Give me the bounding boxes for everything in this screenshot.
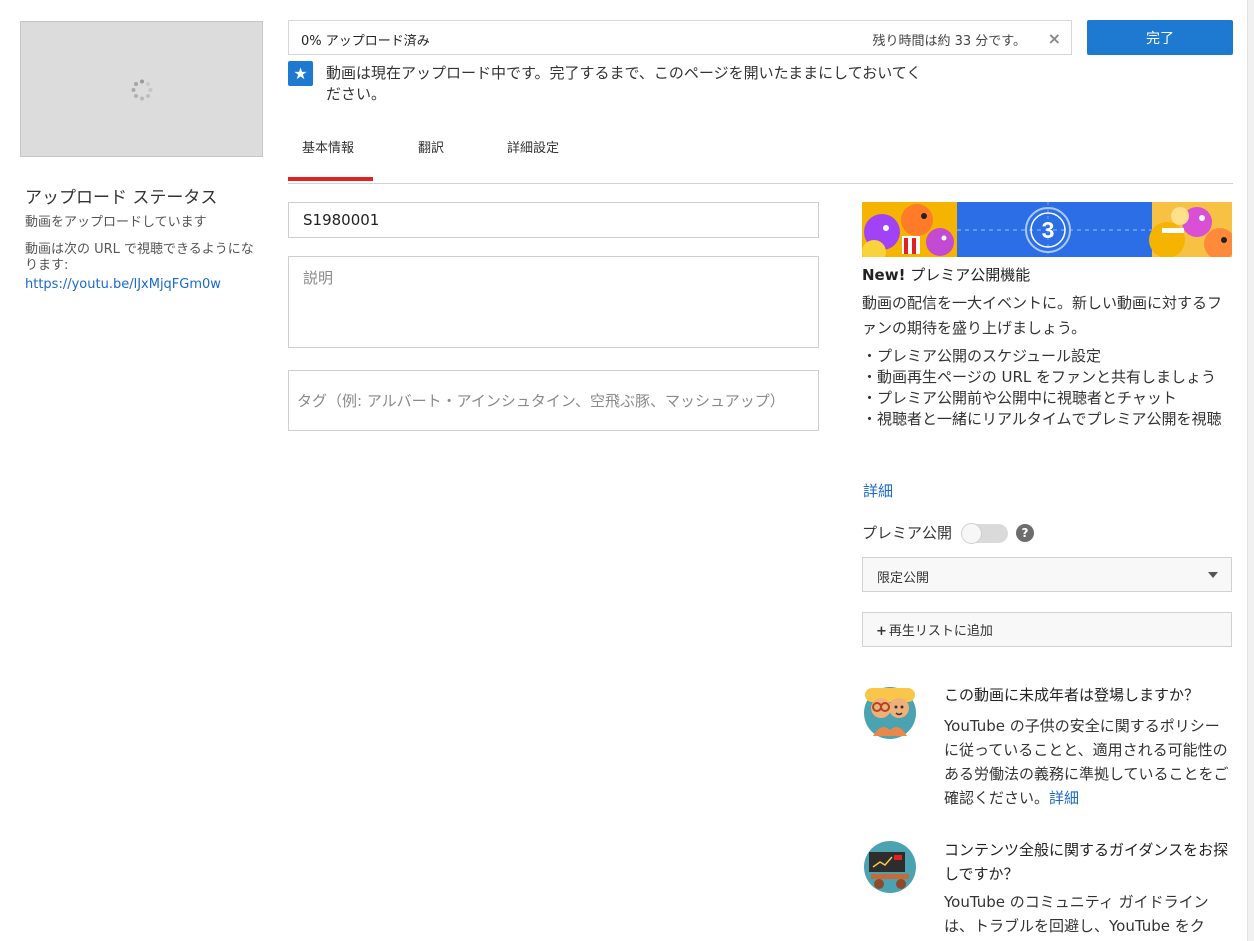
- premiere-toggle-label: プレミア公開: [862, 524, 953, 542]
- premiere-heading: New! プレミア公開機能: [862, 264, 1030, 285]
- upload-status-title: アップロード ステータス: [25, 188, 218, 208]
- url-note: 動画は次の URL で視聴できるようになります:: [25, 242, 254, 273]
- premiere-banner: 3: [862, 202, 1232, 257]
- title-input[interactable]: [288, 202, 819, 238]
- tab-bar: 基本情報 翻訳 詳細設定: [288, 120, 1233, 184]
- list-item: ・視聴者と一緒にリアルタイムでプレミア公開を視聴: [862, 410, 1222, 428]
- scrollbar[interactable]: [1247, 0, 1254, 941]
- video-thumbnail: [20, 21, 263, 157]
- description-input[interactable]: [288, 256, 819, 348]
- minors-title: この動画に未成年者は登場しますか？: [944, 686, 1200, 704]
- minors-body: YouTube の子供の安全に関するポリシーに従っていることと、適用される可能性…: [944, 714, 1229, 810]
- list-item: ・プレミア公開のスケジュール設定: [862, 347, 1101, 365]
- help-icon[interactable]: ?: [1016, 524, 1034, 542]
- premiere-toggle[interactable]: [961, 523, 1008, 544]
- active-tab-indicator: [288, 177, 373, 181]
- upload-progress-bar: 0% アップロード済み 残り時間は約 33 分です。 ×: [288, 20, 1072, 55]
- upload-notice: 動画は現在アップロード中です。完了するまで、このページを開いたままにしておいてく…: [326, 64, 922, 103]
- tab-advanced-settings[interactable]: 詳細設定: [507, 137, 559, 156]
- upload-status-text: 動画をアップロードしています: [25, 215, 207, 230]
- premiere-heading-text: プレミア公開機能: [905, 266, 1031, 284]
- children-icon: [864, 687, 916, 739]
- done-button[interactable]: 完了: [1087, 20, 1233, 55]
- list-item: ・動画再生ページの URL をファンと共有しましょう: [862, 368, 1216, 386]
- time-remaining: 残り時間は約 33 分です。: [872, 34, 1026, 49]
- guidance-body: YouTube のコミュニティ ガイドラインは、トラブルを回避し、YouTube…: [944, 893, 1209, 935]
- upload-progress-label: 0% アップロード済み: [301, 34, 430, 49]
- star-icon: ★: [288, 61, 313, 86]
- list-item: ・プレミア公開前や公開中に視聴者とチャット: [862, 389, 1177, 407]
- new-badge: New!: [862, 266, 906, 284]
- loading-spinner-icon: [131, 79, 153, 101]
- visibility-selected-label: 限定公開: [877, 571, 930, 586]
- premiere-feature-list: ・プレミア公開のスケジュール設定 ・動画再生ページの URL をファンと共有しま…: [862, 346, 1234, 430]
- guidance-title: コンテンツ全般に関するガイダンスをお探しですか？: [944, 841, 1229, 883]
- minors-more-link[interactable]: 詳細: [1049, 789, 1079, 807]
- guidance-icon: [864, 841, 916, 893]
- caret-down-icon: [1208, 572, 1218, 578]
- tab-translation[interactable]: 翻訳: [418, 137, 444, 156]
- premiere-description: 動画の配信を一大イベントに。新しい動画に対するファンの期待を盛り上げましょう。: [862, 294, 1223, 337]
- premiere-illustration: 3: [862, 202, 1232, 257]
- tab-basic-info[interactable]: 基本情報: [302, 137, 354, 156]
- video-url-link[interactable]: https://youtu.be/lJxMjqFGm0w: [25, 277, 221, 292]
- close-icon[interactable]: ×: [1048, 29, 1061, 48]
- visibility-select[interactable]: 限定公開: [862, 557, 1232, 592]
- plus-icon: +: [876, 624, 887, 639]
- tags-input[interactable]: [288, 370, 819, 431]
- add-to-playlist-button[interactable]: + 再生リストに追加: [862, 612, 1232, 647]
- minors-body-text: YouTube の子供の安全に関するポリシーに従っていることと、適用される可能性…: [944, 717, 1229, 807]
- add-to-playlist-label: 再生リストに追加: [888, 624, 993, 639]
- toggle-knob: [961, 523, 982, 544]
- countdown-number: 3: [1042, 217, 1055, 243]
- premiere-more-link[interactable]: 詳細: [863, 480, 893, 501]
